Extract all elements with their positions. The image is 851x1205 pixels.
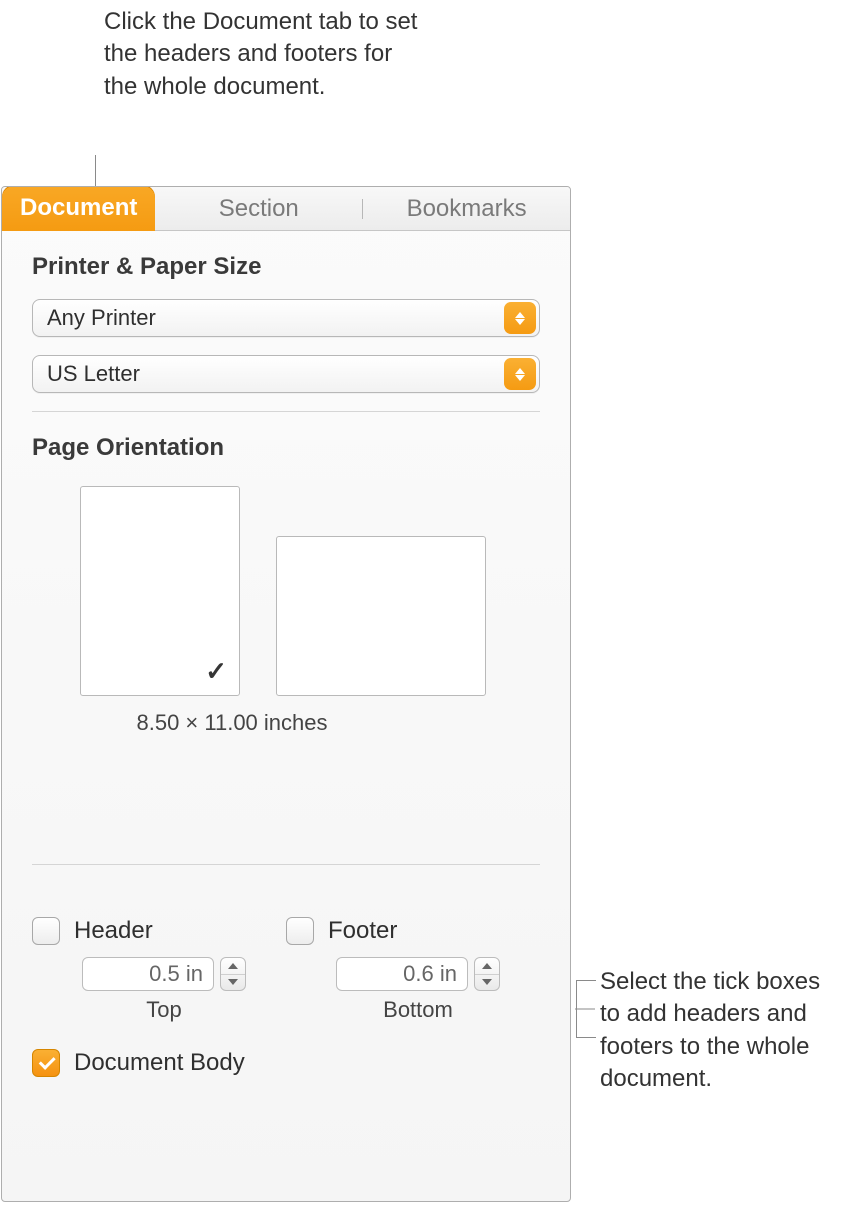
checkmark-icon: ✓ [205,656,227,687]
header-label: Header [74,917,153,945]
inspector-tabs: Document Section Bookmarks [2,187,570,231]
tab-document[interactable]: Document [2,186,155,231]
tab-section-label: Section [219,195,299,223]
orientation-section: Page Orientation ✓ 8.50 × 11.00 inches [32,411,540,864]
callout-leader-right [576,980,596,1038]
orientation-portrait[interactable]: ✓ [80,486,240,696]
chevron-up-icon[interactable] [475,958,499,975]
chevron-up-icon[interactable] [221,958,245,975]
tab-document-label: Document [20,194,137,222]
printer-dropdown[interactable]: Any Printer [32,299,540,337]
chevron-down-icon[interactable] [475,975,499,991]
header-margin-caption: Top [82,997,246,1023]
orientation-options: ✓ [32,480,540,696]
paper-size-value: US Letter [47,361,140,387]
header-checkbox[interactable] [32,917,60,945]
tab-bookmarks[interactable]: Bookmarks [363,188,570,230]
header-margin-stepper[interactable]: 0.5 in [82,957,246,991]
printer-paper-section: Printer & Paper Size Any Printer US Lett… [2,231,570,411]
callout-document-tab: Click the Document tab to set the header… [104,6,424,103]
document-body-label: Document Body [74,1049,245,1077]
document-inspector-panel: Document Section Bookmarks Printer & Pap… [1,186,571,1202]
printer-value: Any Printer [47,305,156,331]
tab-section[interactable]: Section [155,188,362,230]
chevron-down-icon[interactable] [221,975,245,991]
footer-margin-buttons[interactable] [474,957,500,991]
document-body-checkbox[interactable] [32,1049,60,1077]
page-size-text: 8.50 × 11.00 inches [32,710,392,736]
footer-label: Footer [328,917,397,945]
footer-margin-value[interactable]: 0.6 in [336,957,468,991]
orientation-landscape[interactable] [276,536,486,696]
stepper-icon [504,302,536,334]
header-margin-buttons[interactable] [220,957,246,991]
printer-paper-title: Printer & Paper Size [32,253,540,281]
callout-tickboxes: Select the tick boxes to add headers and… [600,966,840,1096]
stepper-icon [504,358,536,390]
footer-margin-caption: Bottom [336,997,500,1023]
header-footer-section: Header 0.5 in Top Footer 0.6 in [32,864,540,1095]
tab-bookmarks-label: Bookmarks [407,195,527,223]
header-margin-value[interactable]: 0.5 in [82,957,214,991]
callout-leader-top [95,155,96,187]
footer-margin-stepper[interactable]: 0.6 in [336,957,500,991]
paper-size-dropdown[interactable]: US Letter [32,355,540,393]
footer-checkbox[interactable] [286,917,314,945]
orientation-title: Page Orientation [32,434,540,462]
